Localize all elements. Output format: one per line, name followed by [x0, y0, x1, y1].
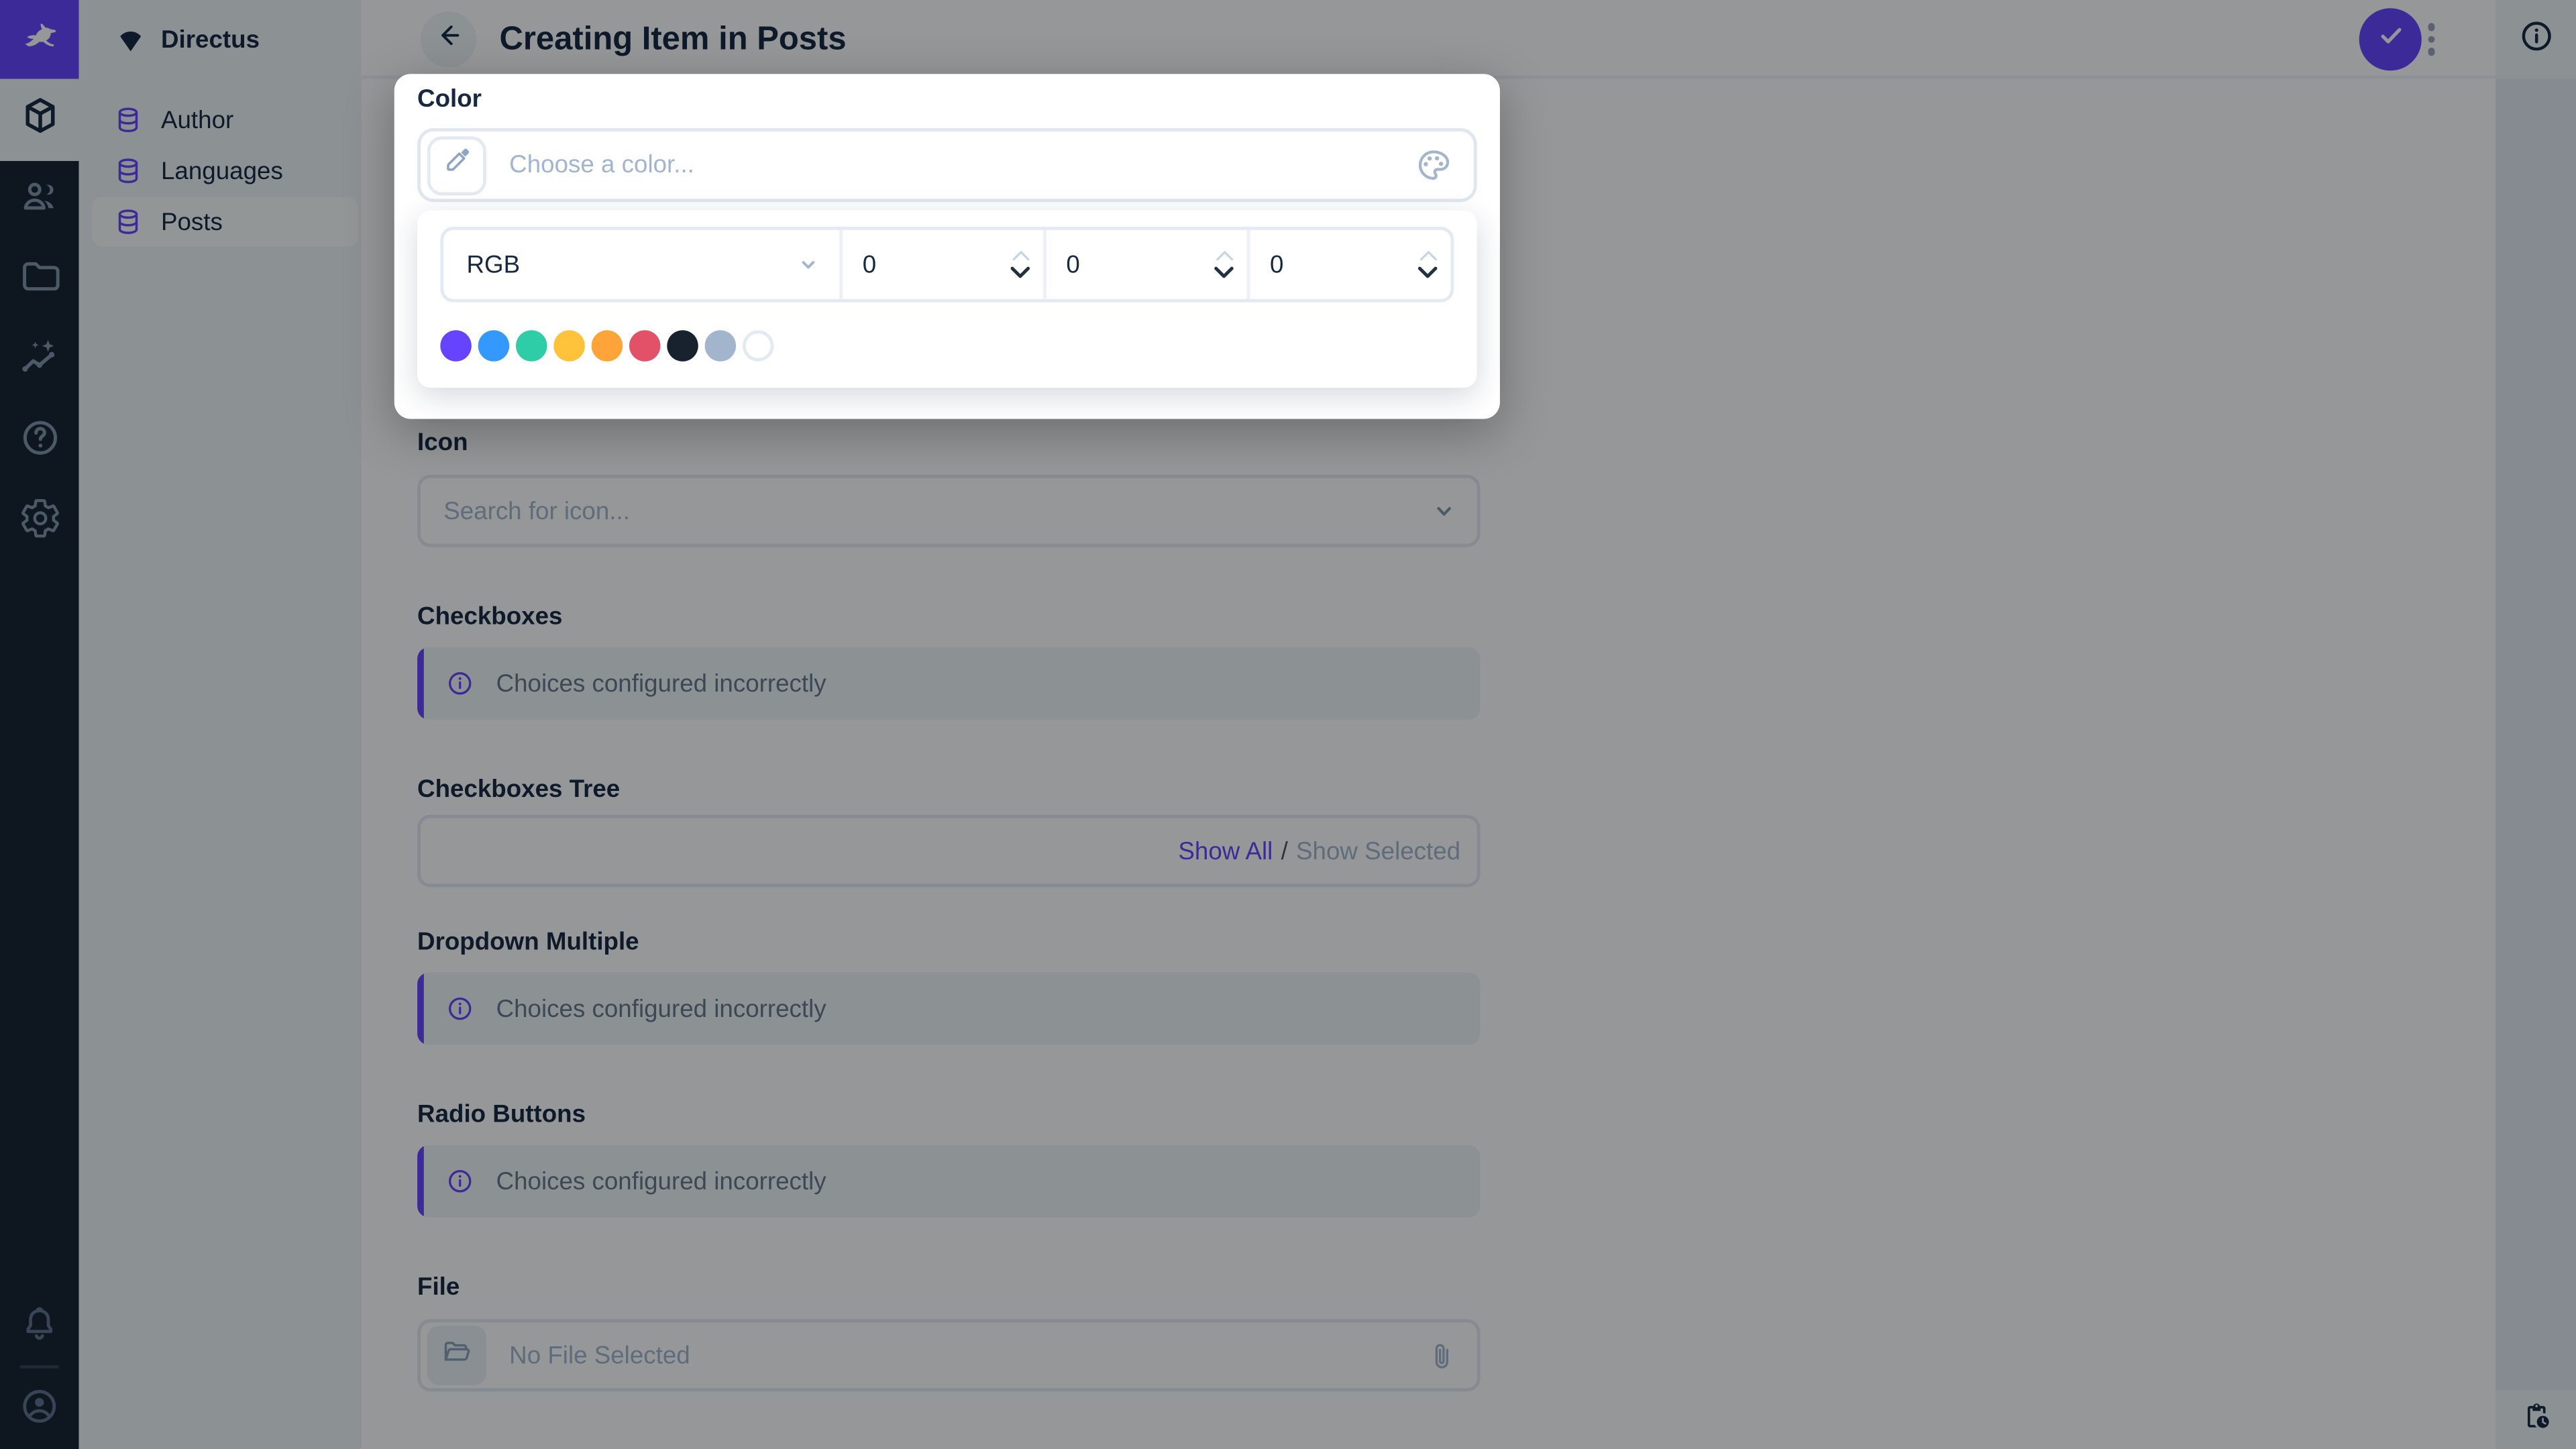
channel-value: 0 [862, 250, 877, 279]
swatch-yellow[interactable] [553, 330, 585, 362]
color-picker-menu: RGB 0 0 0 [417, 210, 1477, 388]
swatch-gray[interactable] [704, 330, 737, 362]
stepper-down-icon[interactable] [1009, 264, 1032, 280]
chevron-down-icon [794, 250, 823, 279]
stepper-up-icon[interactable] [1417, 248, 1438, 263]
swatch-red[interactable] [629, 330, 661, 362]
color-picker-popup: Color RGB 0 [394, 74, 1500, 419]
swatch-purple[interactable] [440, 330, 472, 362]
stepper-down-icon[interactable] [1212, 264, 1235, 280]
eyedropper-button[interactable] [427, 136, 486, 195]
color-mode-value: RGB [466, 250, 521, 279]
color-field-label: Color [417, 85, 482, 113]
number-stepper [1009, 230, 1032, 299]
stepper-up-icon[interactable] [1010, 248, 1031, 263]
swatch-green[interactable] [515, 330, 547, 362]
color-input[interactable] [417, 128, 1477, 203]
number-stepper [1416, 230, 1439, 299]
stepper-up-icon[interactable] [1214, 248, 1235, 263]
stepper-down-icon[interactable] [1416, 264, 1439, 280]
swatch-blue[interactable] [478, 330, 510, 362]
channel-value: 0 [1270, 250, 1284, 279]
palette-icon[interactable] [1415, 131, 1452, 199]
preset-swatches [440, 330, 774, 362]
channel-input-r[interactable]: 0 [843, 229, 1047, 299]
app-window: Directus Author Languages Posts Creating… [0, 0, 2576, 1449]
color-mode-select[interactable]: RGB [443, 229, 843, 299]
channel-input-g[interactable]: 0 [1046, 229, 1250, 299]
swatch-white[interactable] [742, 330, 774, 362]
channel-value: 0 [1066, 250, 1080, 279]
swatch-black[interactable] [667, 330, 698, 362]
eyedropper-icon [440, 145, 473, 186]
color-channels-row: RGB 0 0 0 [440, 226, 1454, 303]
number-stepper [1212, 230, 1235, 299]
channel-input-b[interactable]: 0 [1250, 230, 1451, 299]
color-value-field[interactable] [486, 131, 1474, 199]
swatch-orange[interactable] [591, 330, 623, 362]
